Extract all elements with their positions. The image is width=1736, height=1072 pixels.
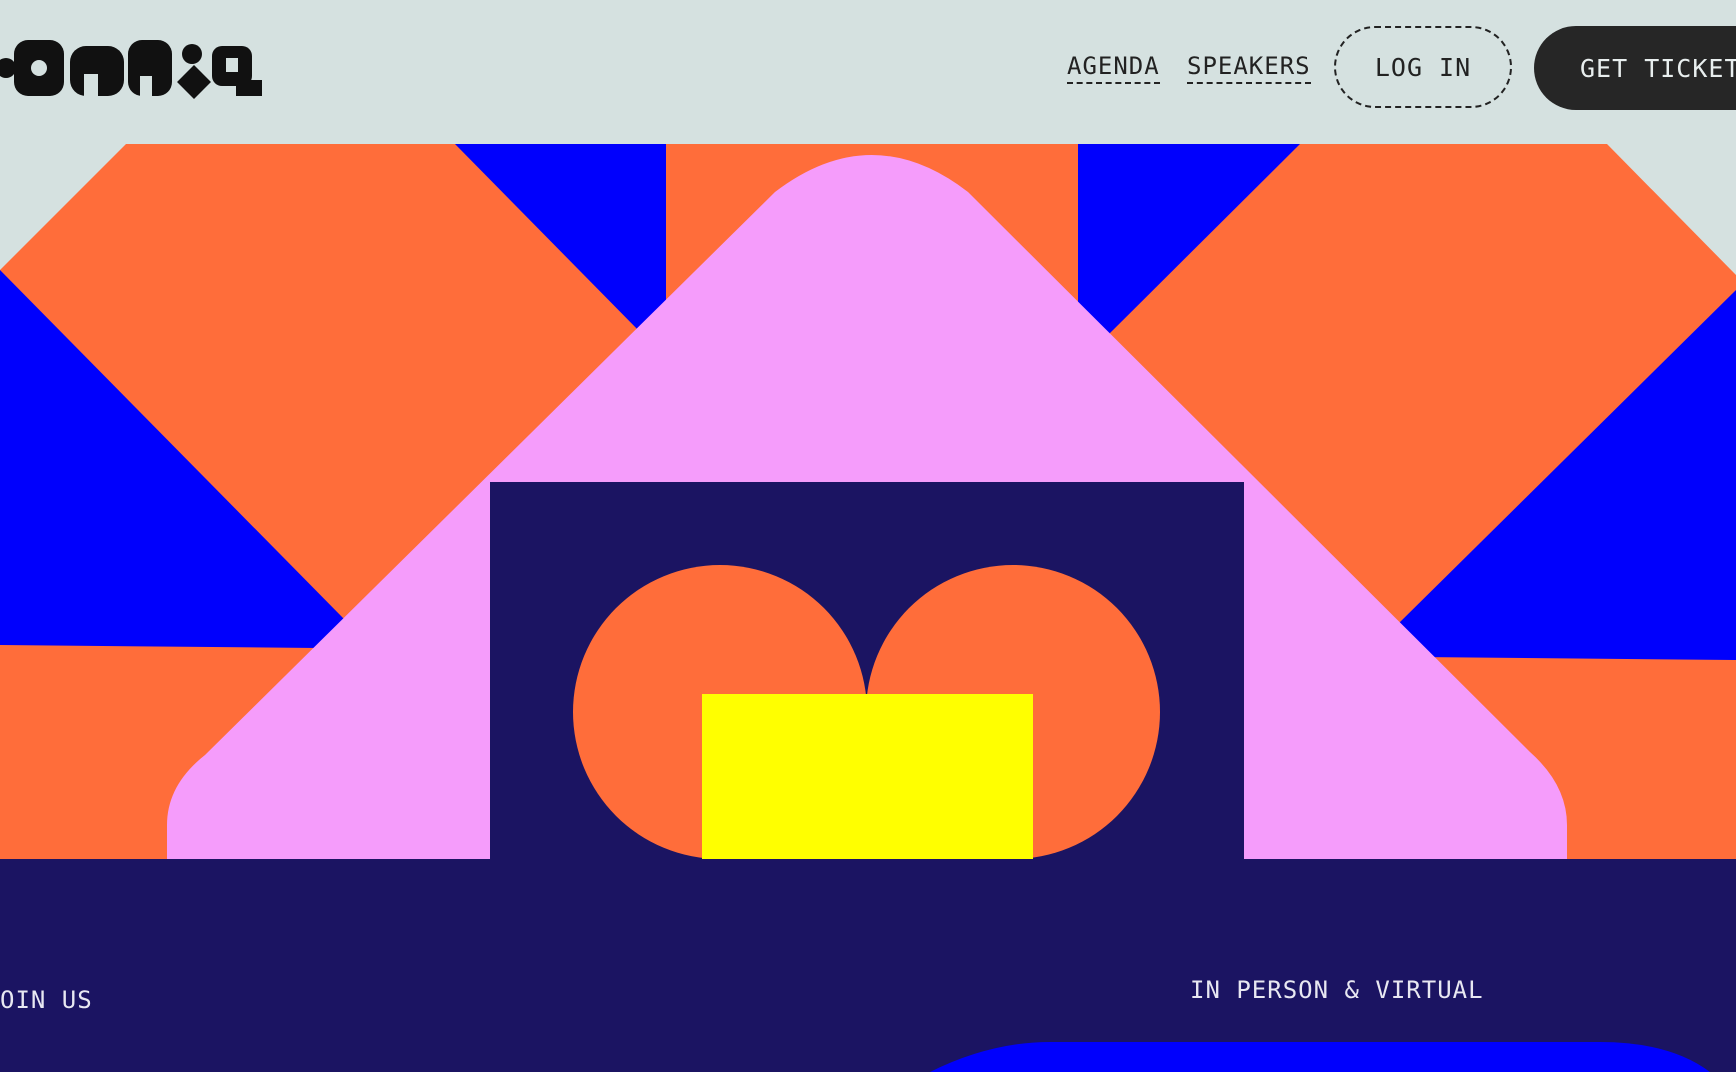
yellow-block (702, 694, 1033, 859)
config-logo[interactable] (0, 36, 262, 100)
event-format-text: IN PERSON & VIRTUAL (1190, 976, 1484, 1004)
nav-agenda-link[interactable]: AGENDA (1067, 52, 1160, 84)
login-button-label: LOG IN (1374, 52, 1472, 82)
site-header: AGENDA SPEAKERS LOG IN GET TICKETS (0, 0, 1736, 144)
get-tickets-label: GET TICKETS (1580, 53, 1736, 83)
join-us-text: OIN US (0, 986, 93, 1014)
hero-illustration (0, 144, 1736, 1072)
get-tickets-button[interactable]: GET TICKETS (1534, 26, 1736, 110)
blue-pill-shape (930, 1042, 1710, 1072)
nav-speakers-link[interactable]: SPEAKERS (1187, 52, 1311, 84)
navy-footer-band (0, 859, 1736, 1072)
login-button[interactable]: LOG IN (1334, 26, 1512, 108)
